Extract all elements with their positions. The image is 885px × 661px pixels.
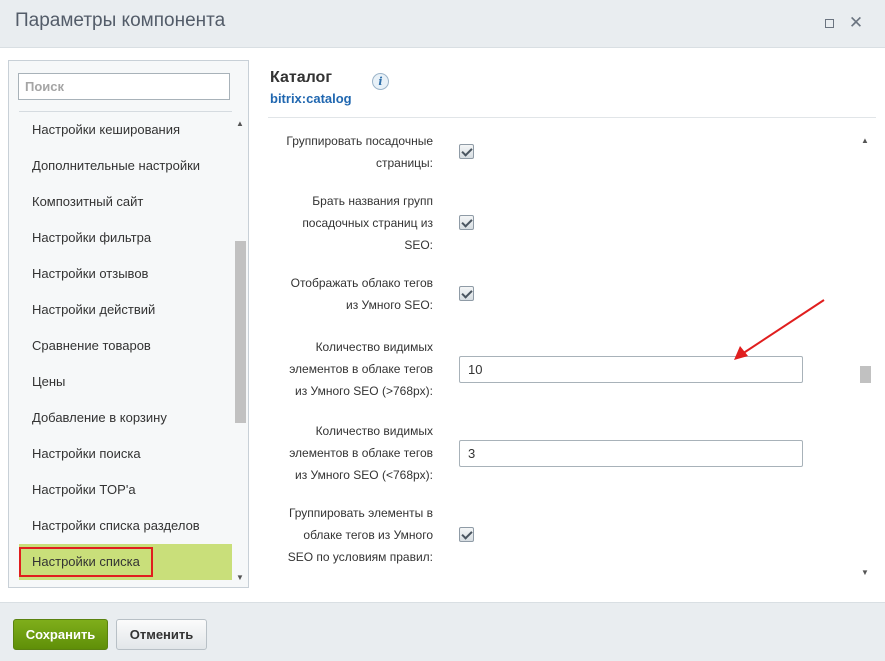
sidebar-item[interactable]: Сравнение товаров (19, 328, 232, 364)
scroll-thumb[interactable] (860, 366, 871, 383)
property-label-line: Брать названия групп (312, 194, 433, 208)
sidebar-item-label: Настройки TOP'a (32, 482, 136, 497)
sidebar-item[interactable]: Настройки поиска (19, 436, 232, 472)
scroll-down-icon[interactable]: ▼ (235, 573, 245, 583)
save-button[interactable]: Сохранить (13, 619, 108, 650)
property-label-line: Количество видимых (315, 340, 433, 354)
property-label: Отображать облако тегов из Умного SEO: (291, 272, 433, 316)
properties-list: Группировать посадочные страницы: Брать на… (258, 130, 858, 590)
header-divider (268, 117, 876, 118)
properties-panel: Каталог bitrix:catalog i Группировать по… (258, 60, 878, 590)
sidebar-item-label: Настройки поиска (32, 446, 141, 461)
sidebar-item[interactable]: Настройки... (19, 580, 232, 587)
info-icon[interactable]: i (372, 73, 389, 90)
sidebar-item-label: Настройки действий (32, 302, 156, 317)
sidebar-item-label: Настройки списка разделов (32, 518, 200, 533)
sidebar-item-label: Композитный сайт (32, 194, 144, 209)
component-code: bitrix:catalog (270, 91, 352, 106)
sidebar-item-label: Настройки отзывов (32, 266, 149, 281)
scroll-down-icon[interactable]: ▼ (860, 568, 870, 578)
property-label-line: Отображать облако тегов (290, 276, 433, 290)
sidebar-item-label: Настройки фильтра (32, 230, 152, 245)
sidebar-item[interactable]: Настройки фильтра (19, 220, 232, 256)
search-input[interactable] (18, 73, 230, 100)
close-icon[interactable]: ✕ (847, 14, 865, 32)
sidebar-item[interactable]: Настройки отзывов (19, 256, 232, 292)
dialog-titlebar: Параметры компонента ✕ (0, 0, 885, 48)
property-label-line: SEO: (404, 238, 433, 252)
property-label: Группировать элементы в облаке тегов из У… (288, 502, 433, 568)
dialog-footer: Сохранить Отменить (0, 602, 885, 661)
property-label-line: Группировать элементы в (288, 506, 433, 520)
dialog-title: Параметры компонента (15, 10, 226, 31)
property-label: Количество видимых элементов в облаке тег… (289, 420, 433, 486)
property-label-line: посадочных страниц из (302, 216, 433, 230)
sidebar-item[interactable]: Добавление в корзину (19, 400, 232, 436)
property-checkbox[interactable] (459, 144, 474, 159)
property-label-line: облаке тегов из Умного (303, 528, 433, 542)
property-label-line: из Умного SEO: (346, 298, 433, 312)
sidebar-item[interactable]: Цены (19, 364, 232, 400)
sidebar-item-label: Настройки кеширования (32, 122, 181, 137)
property-label-line: из Умного SEO (>768px): (295, 384, 433, 398)
cancel-button[interactable]: Отменить (116, 619, 207, 650)
scroll-up-icon[interactable]: ▲ (235, 119, 245, 129)
sidebar-item-label: Добавление в корзину (32, 410, 167, 425)
sidebar-item[interactable]: Настройки списка (19, 544, 232, 580)
property-label-line: Количество видимых (315, 424, 433, 438)
property-input[interactable] (459, 440, 803, 467)
component-name: Каталог (270, 69, 332, 86)
maximize-icon[interactable] (820, 14, 838, 32)
property-checkbox[interactable] (459, 527, 474, 542)
sidebar-item-label: Сравнение товаров (32, 338, 151, 353)
properties-scrollbar[interactable]: ▲ ▼ (858, 134, 872, 582)
property-label-line: из Умного SEO (<768px): (295, 468, 433, 482)
sidebar-item[interactable]: Настройки кеширования (19, 112, 232, 148)
scroll-thumb[interactable] (235, 241, 246, 423)
property-label: Группировать посадочные страницы: (286, 130, 433, 174)
sidebar-item[interactable]: Настройки действий (19, 292, 232, 328)
sidebar-item[interactable]: Настройки TOP'a (19, 472, 232, 508)
property-label-line: SEO по условиям правил: (287, 550, 433, 564)
sidebar-item[interactable]: Дополнительные настройки (19, 148, 232, 184)
property-input[interactable] (459, 356, 803, 383)
scroll-up-icon[interactable]: ▲ (860, 136, 870, 146)
property-checkbox[interactable] (459, 286, 474, 301)
sections-panel: Настройки кеширования Дополнительные наст… (8, 60, 249, 588)
property-label-line: страницы: (375, 156, 433, 170)
property-label: Количество видимых элементов в облаке тег… (289, 336, 433, 402)
sidebar-item[interactable]: Настройки списка разделов (19, 508, 232, 544)
property-label-line: элементов в облаке тегов (289, 362, 433, 376)
property-label-line: Группировать посадочные (286, 134, 433, 148)
sidebar-item-label: Цены (32, 374, 66, 389)
sections-list: Настройки кеширования Дополнительные наст… (19, 111, 232, 587)
property-label: Брать названия групп посадочных страниц и… (302, 190, 433, 256)
sidebar-item-label: Настройки списка (19, 547, 153, 577)
property-label-line: элементов в облаке тегов (289, 446, 433, 460)
sidebar-item-label: Дополнительные настройки (32, 158, 201, 173)
sidebar-item[interactable]: Композитный сайт (19, 184, 232, 220)
property-checkbox[interactable] (459, 215, 474, 230)
sections-scrollbar[interactable]: ▲ ▼ (233, 117, 247, 587)
